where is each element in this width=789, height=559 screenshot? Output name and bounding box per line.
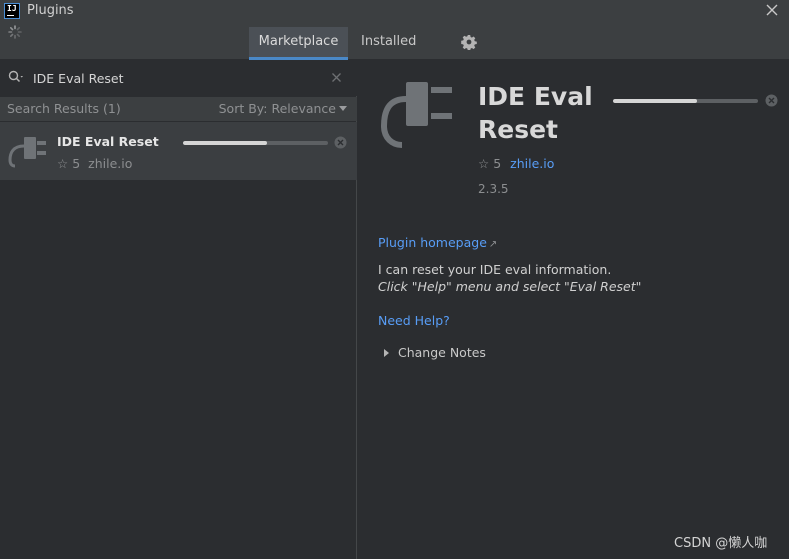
plugin-description-hint: Click "Help" menu and select "Eval Reset… bbox=[378, 279, 642, 294]
plugin-name: IDE Eval Reset bbox=[57, 134, 159, 149]
install-progress-bar bbox=[183, 141, 328, 145]
search-results-pane: Search Results (1) Sort By: Relevance ID… bbox=[0, 60, 357, 559]
gear-icon[interactable] bbox=[461, 34, 477, 50]
window-title: Plugins bbox=[27, 3, 74, 18]
plugin-version: 2.3.5 bbox=[478, 182, 509, 196]
plugin-details-pane: IDE Eval Reset ☆ 5 zhile.io 2.3.5 Plugin … bbox=[358, 60, 789, 559]
vendor-link[interactable]: zhile.io bbox=[510, 156, 554, 171]
need-help-link[interactable]: Need Help? bbox=[378, 313, 450, 328]
app-logo-icon: IJ bbox=[4, 3, 20, 19]
change-notes-label: Change Notes bbox=[398, 345, 486, 360]
tabs-bar: Marketplace Installed1 bbox=[0, 22, 789, 80]
cancel-install-icon[interactable] bbox=[765, 94, 778, 107]
tab-installed[interactable]: Installed1 bbox=[352, 27, 436, 80]
plugin-plug-icon bbox=[8, 137, 46, 168]
cancel-install-icon[interactable] bbox=[334, 136, 347, 149]
loading-spinner-icon bbox=[8, 25, 22, 39]
star-icon: ☆ bbox=[478, 156, 490, 171]
plugin-rating: 5 bbox=[493, 156, 502, 171]
title-bar: IJ Plugins bbox=[0, 0, 789, 22]
plugin-detail-meta: ☆ 5 zhile.io bbox=[478, 156, 554, 171]
plugin-list-item[interactable]: IDE Eval Reset ☆ 5 zhile.io bbox=[0, 122, 357, 180]
chevron-right-icon bbox=[384, 349, 389, 357]
search-input[interactable] bbox=[33, 68, 323, 88]
plugin-meta: ☆ 5 zhile.io bbox=[57, 156, 132, 171]
star-icon: ☆ bbox=[57, 156, 69, 171]
sort-by-dropdown[interactable]: Sort By: Relevance bbox=[219, 101, 347, 116]
change-notes-toggle[interactable]: Change Notes bbox=[384, 345, 486, 360]
plugin-description: I can reset your IDE eval information. bbox=[378, 262, 612, 277]
watermark: CSDN @懒人咖 bbox=[674, 536, 768, 551]
external-link-icon: ↗ bbox=[488, 239, 498, 250]
plugin-title: IDE Eval Reset bbox=[478, 82, 593, 144]
results-count: Search Results (1) bbox=[7, 101, 121, 116]
search-icon[interactable] bbox=[8, 70, 26, 84]
results-header: Search Results (1) Sort By: Relevance bbox=[0, 97, 357, 121]
close-window-icon[interactable] bbox=[765, 3, 779, 17]
clear-search-icon[interactable] bbox=[331, 72, 342, 83]
install-progress-bar bbox=[613, 99, 758, 103]
tab-installed-label: Installed bbox=[361, 34, 417, 49]
search-bar bbox=[0, 60, 357, 96]
tab-marketplace[interactable]: Marketplace bbox=[249, 27, 348, 60]
plugin-vendor: zhile.io bbox=[88, 156, 133, 171]
plugin-plug-icon bbox=[380, 82, 452, 148]
plugin-homepage-label: Plugin homepage bbox=[378, 235, 487, 250]
install-progress-fill bbox=[613, 99, 698, 103]
chevron-down-icon bbox=[339, 106, 347, 111]
plugin-rating: 5 bbox=[72, 156, 81, 171]
sort-by-label: Sort By: Relevance bbox=[218, 101, 336, 116]
plugin-homepage-link[interactable]: Plugin homepage ↗ bbox=[378, 235, 497, 250]
tab-marketplace-label: Marketplace bbox=[258, 34, 339, 49]
install-progress-fill bbox=[183, 141, 268, 145]
